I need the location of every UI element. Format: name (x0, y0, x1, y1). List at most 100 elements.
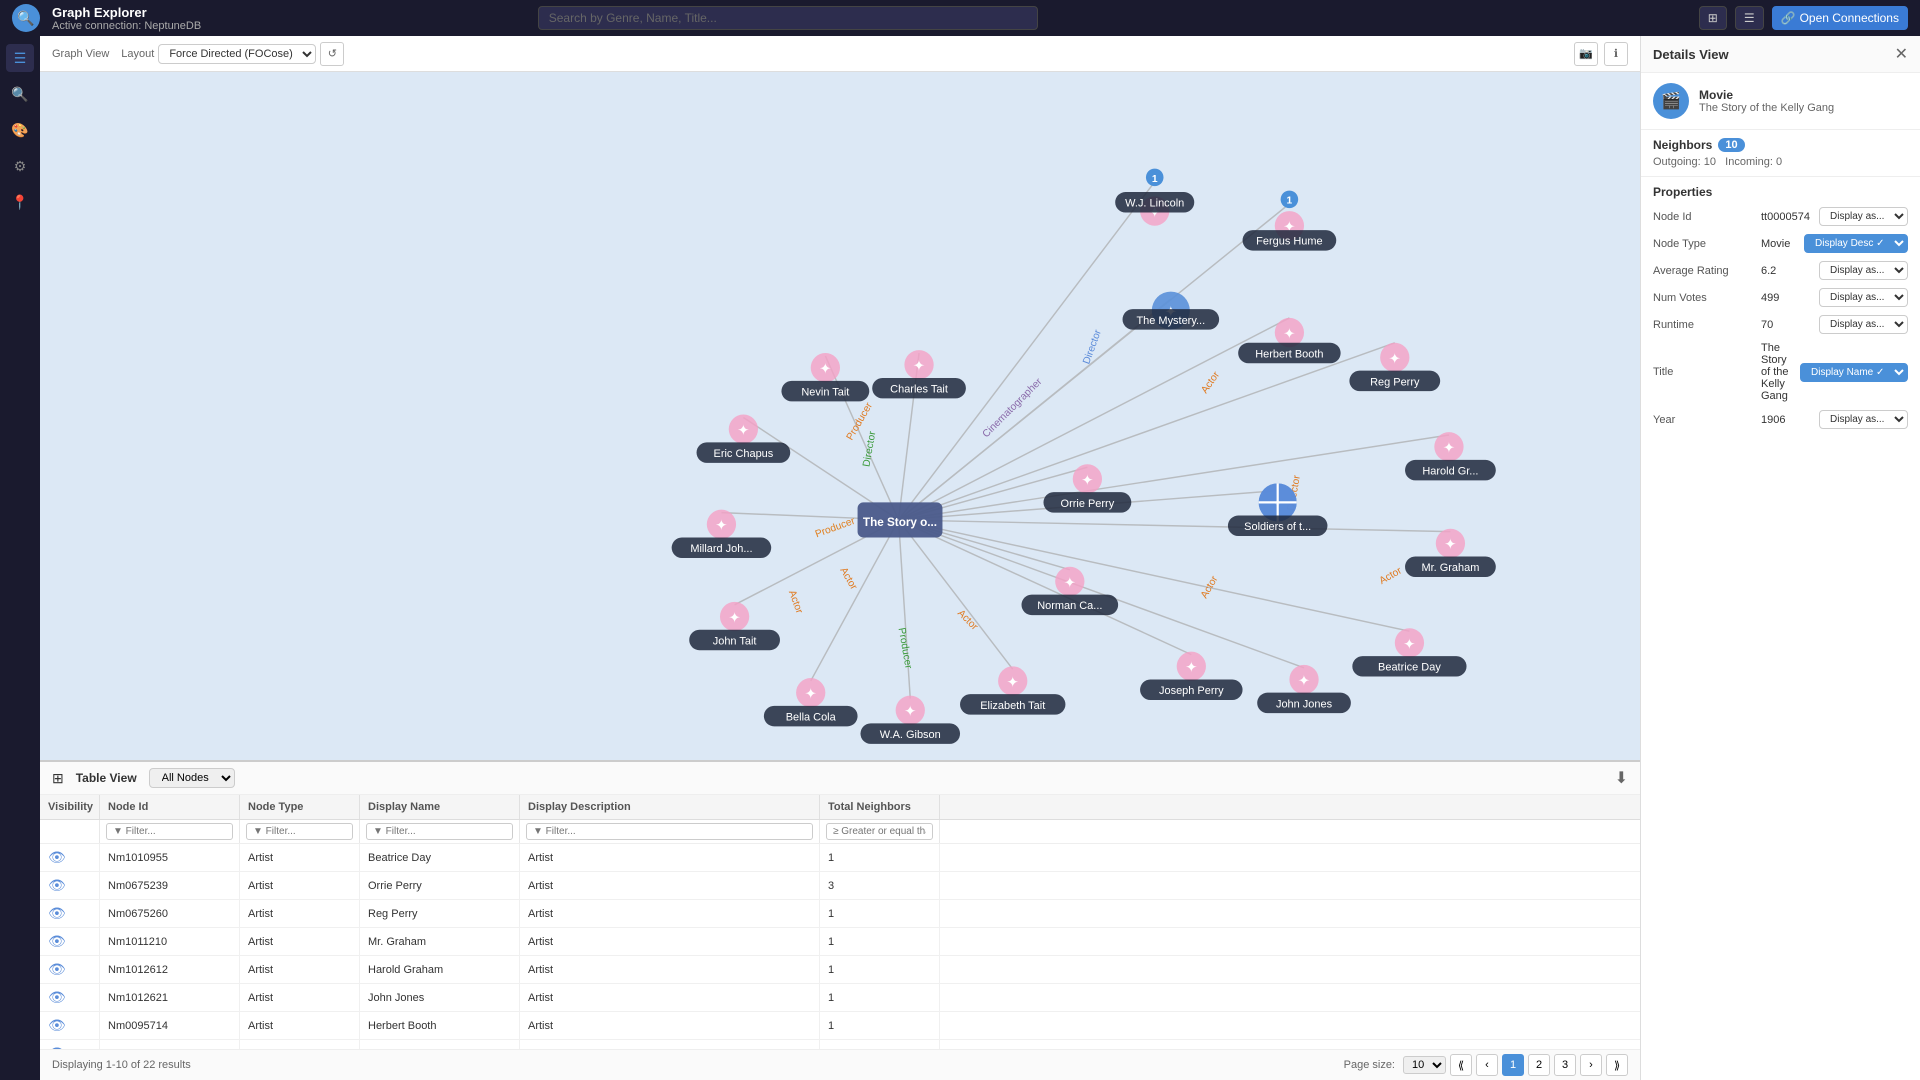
graph-view-area[interactable]: Producer Director Cinematographer Direct… (40, 72, 1640, 760)
filter-node-id-input[interactable] (106, 823, 233, 840)
search-input[interactable] (538, 6, 1038, 30)
cell-visibility: 👁 (40, 1012, 100, 1039)
svg-text:John Tait: John Tait (713, 635, 757, 647)
page-3-btn[interactable]: 3 (1554, 1054, 1576, 1076)
result-count: Displaying 1-10 of 22 results (52, 1059, 191, 1071)
close-details-btn[interactable]: ✕ (1895, 44, 1908, 64)
node-type-select[interactable]: All Nodes Movie Artist (149, 768, 235, 788)
prop-key-avg-rating: Average Rating (1653, 265, 1753, 277)
visibility-eye-icon[interactable]: 👁 (48, 849, 66, 866)
properties-section: Properties Node Id tt0000574 Display as.… (1641, 177, 1920, 445)
cell-node-id: Nm1010955 (100, 844, 240, 871)
download-btn[interactable]: ⬇ (1615, 768, 1628, 788)
svg-text:W.A. Gibson: W.A. Gibson (880, 729, 941, 741)
grid-view-btn[interactable]: ⊞ (1699, 6, 1727, 30)
page-size-label: Page size: (1344, 1059, 1395, 1071)
svg-text:✦: ✦ (805, 687, 817, 703)
open-connections-btn[interactable]: 🔗 Open Connections (1772, 6, 1908, 30)
svg-text:1: 1 (1152, 174, 1158, 185)
filter-display-desc (520, 820, 820, 843)
cell-total-neighbors: 1 (820, 956, 940, 983)
prev-page-btn[interactable]: ‹ (1476, 1054, 1498, 1076)
table-row: 👁 Nm1012612 Artist Harold Graham Artist … (40, 956, 1640, 984)
page-size-select[interactable]: 10 20 50 (1403, 1056, 1446, 1074)
first-page-btn[interactable]: ⟪ (1450, 1054, 1472, 1076)
prop-dropdown-avg-rating[interactable]: Display as... (1819, 261, 1908, 280)
sidebar-icon-pin[interactable]: 📍 (6, 188, 34, 216)
svg-text:✦: ✦ (1403, 637, 1415, 653)
svg-text:✦: ✦ (819, 362, 831, 378)
visibility-eye-icon[interactable]: 👁 (48, 989, 66, 1006)
sidebar-icon-menu[interactable]: ☰ (6, 44, 34, 72)
cell-node-type: Artist (240, 900, 360, 927)
filter-display-name-input[interactable] (366, 823, 513, 840)
page-2-btn[interactable]: 2 (1528, 1054, 1550, 1076)
prop-dropdown-runtime[interactable]: Display as... (1819, 315, 1908, 334)
layout-select[interactable]: Force Directed (FOCose) Hierarchical Cir… (158, 44, 316, 64)
layout-label: Layout (121, 48, 154, 60)
next-page-btn[interactable]: › (1580, 1054, 1602, 1076)
prop-key-node-id: Node Id (1653, 211, 1753, 223)
center-content: Graph View Layout Force Directed (FOCose… (40, 36, 1640, 1080)
filter-display-desc-input[interactable] (526, 823, 813, 840)
movie-details: Movie The Story of the Kelly Gang (1699, 88, 1834, 114)
page-1-btn[interactable]: 1 (1502, 1054, 1524, 1076)
graph-panel: Graph View Layout Force Directed (FOCose… (40, 36, 1640, 760)
cell-display-name: Mr. Graham (360, 928, 520, 955)
cell-total-neighbors: 1 (820, 984, 940, 1011)
filter-node-type (240, 820, 360, 843)
cell-visibility: 👁 (40, 956, 100, 983)
cell-total-neighbors: 1 (820, 844, 940, 871)
refresh-btn[interactable]: ↺ (320, 42, 344, 66)
visibility-eye-icon[interactable]: 👁 (48, 1017, 66, 1034)
svg-text:Elizabeth Tait: Elizabeth Tait (980, 700, 1045, 712)
col-display-desc: Display Description (520, 795, 820, 819)
svg-text:1: 1 (1287, 196, 1293, 207)
sidebar-icon-settings[interactable]: ⚙ (6, 152, 34, 180)
list-view-btn[interactable]: ☰ (1735, 6, 1764, 30)
col-visibility: Visibility (40, 795, 100, 819)
camera-btn[interactable]: 📷 (1574, 42, 1598, 66)
visibility-eye-icon[interactable]: 👁 (48, 933, 66, 950)
visibility-eye-icon[interactable]: 👁 (48, 905, 66, 922)
svg-text:Beatrice Day: Beatrice Day (1378, 662, 1441, 674)
filter-node-type-input[interactable] (246, 823, 353, 840)
app-title: Graph Explorer (52, 5, 201, 20)
prop-key-num-votes: Num Votes (1653, 292, 1753, 304)
sidebar-icon-style[interactable]: 🎨 (6, 116, 34, 144)
table-row: 👁 Nm0675140 Artist Joseph Perry Artist 1 (40, 1040, 1640, 1049)
svg-text:✦: ✦ (737, 423, 749, 439)
graph-view-tab[interactable]: Graph View (52, 48, 109, 60)
cell-display-name: John Jones (360, 984, 520, 1011)
last-page-btn[interactable]: ⟫ (1606, 1054, 1628, 1076)
cell-display-desc: Artist (520, 984, 820, 1011)
prop-key-node-type: Node Type (1653, 238, 1753, 250)
search-container (538, 6, 1038, 30)
prop-row-runtime: Runtime 70 Display as... (1653, 315, 1908, 334)
svg-text:John Jones: John Jones (1276, 698, 1333, 710)
prop-dropdown-node-type[interactable]: Display Desc ✓ (1804, 234, 1908, 253)
sidebar-icon-search[interactable]: 🔍 (6, 80, 34, 108)
visibility-eye-icon[interactable]: 👁 (48, 961, 66, 978)
prop-row-node-type: Node Type Movie Display Desc ✓ (1653, 234, 1908, 253)
prop-dropdown-node-id[interactable]: Display as... (1819, 207, 1908, 226)
movie-info: 🎬 Movie The Story of the Kelly Gang (1641, 73, 1920, 130)
prop-dropdown-year[interactable]: Display as... (1819, 410, 1908, 429)
table-view-label: Table View (76, 771, 137, 785)
topbar-actions: ⊞ ☰ 🔗 Open Connections (1699, 6, 1908, 30)
right-panel: Details View ✕ 🎬 Movie The Story of the … (1640, 36, 1920, 1080)
svg-text:✦: ✦ (1283, 326, 1295, 342)
filter-neighbors-input[interactable] (826, 823, 933, 840)
info-btn[interactable]: ℹ (1604, 42, 1628, 66)
prop-row-title: Title The Story of the Kelly Gang Displa… (1653, 342, 1908, 402)
cell-node-id: Nm0675140 (100, 1040, 240, 1049)
svg-text:Orrie Perry: Orrie Perry (1061, 498, 1115, 510)
visibility-eye-icon[interactable]: 👁 (48, 877, 66, 894)
prop-dropdown-title[interactable]: Display Name ✓ (1800, 363, 1908, 382)
filter-node-id (100, 820, 240, 843)
svg-text:Norman Ca...: Norman Ca... (1037, 600, 1102, 612)
svg-text:✦: ✦ (913, 359, 925, 375)
cell-display-name: Harold Graham (360, 956, 520, 983)
prop-dropdown-num-votes[interactable]: Display as... (1819, 288, 1908, 307)
neighbors-title: Neighbors 10 (1653, 138, 1908, 152)
